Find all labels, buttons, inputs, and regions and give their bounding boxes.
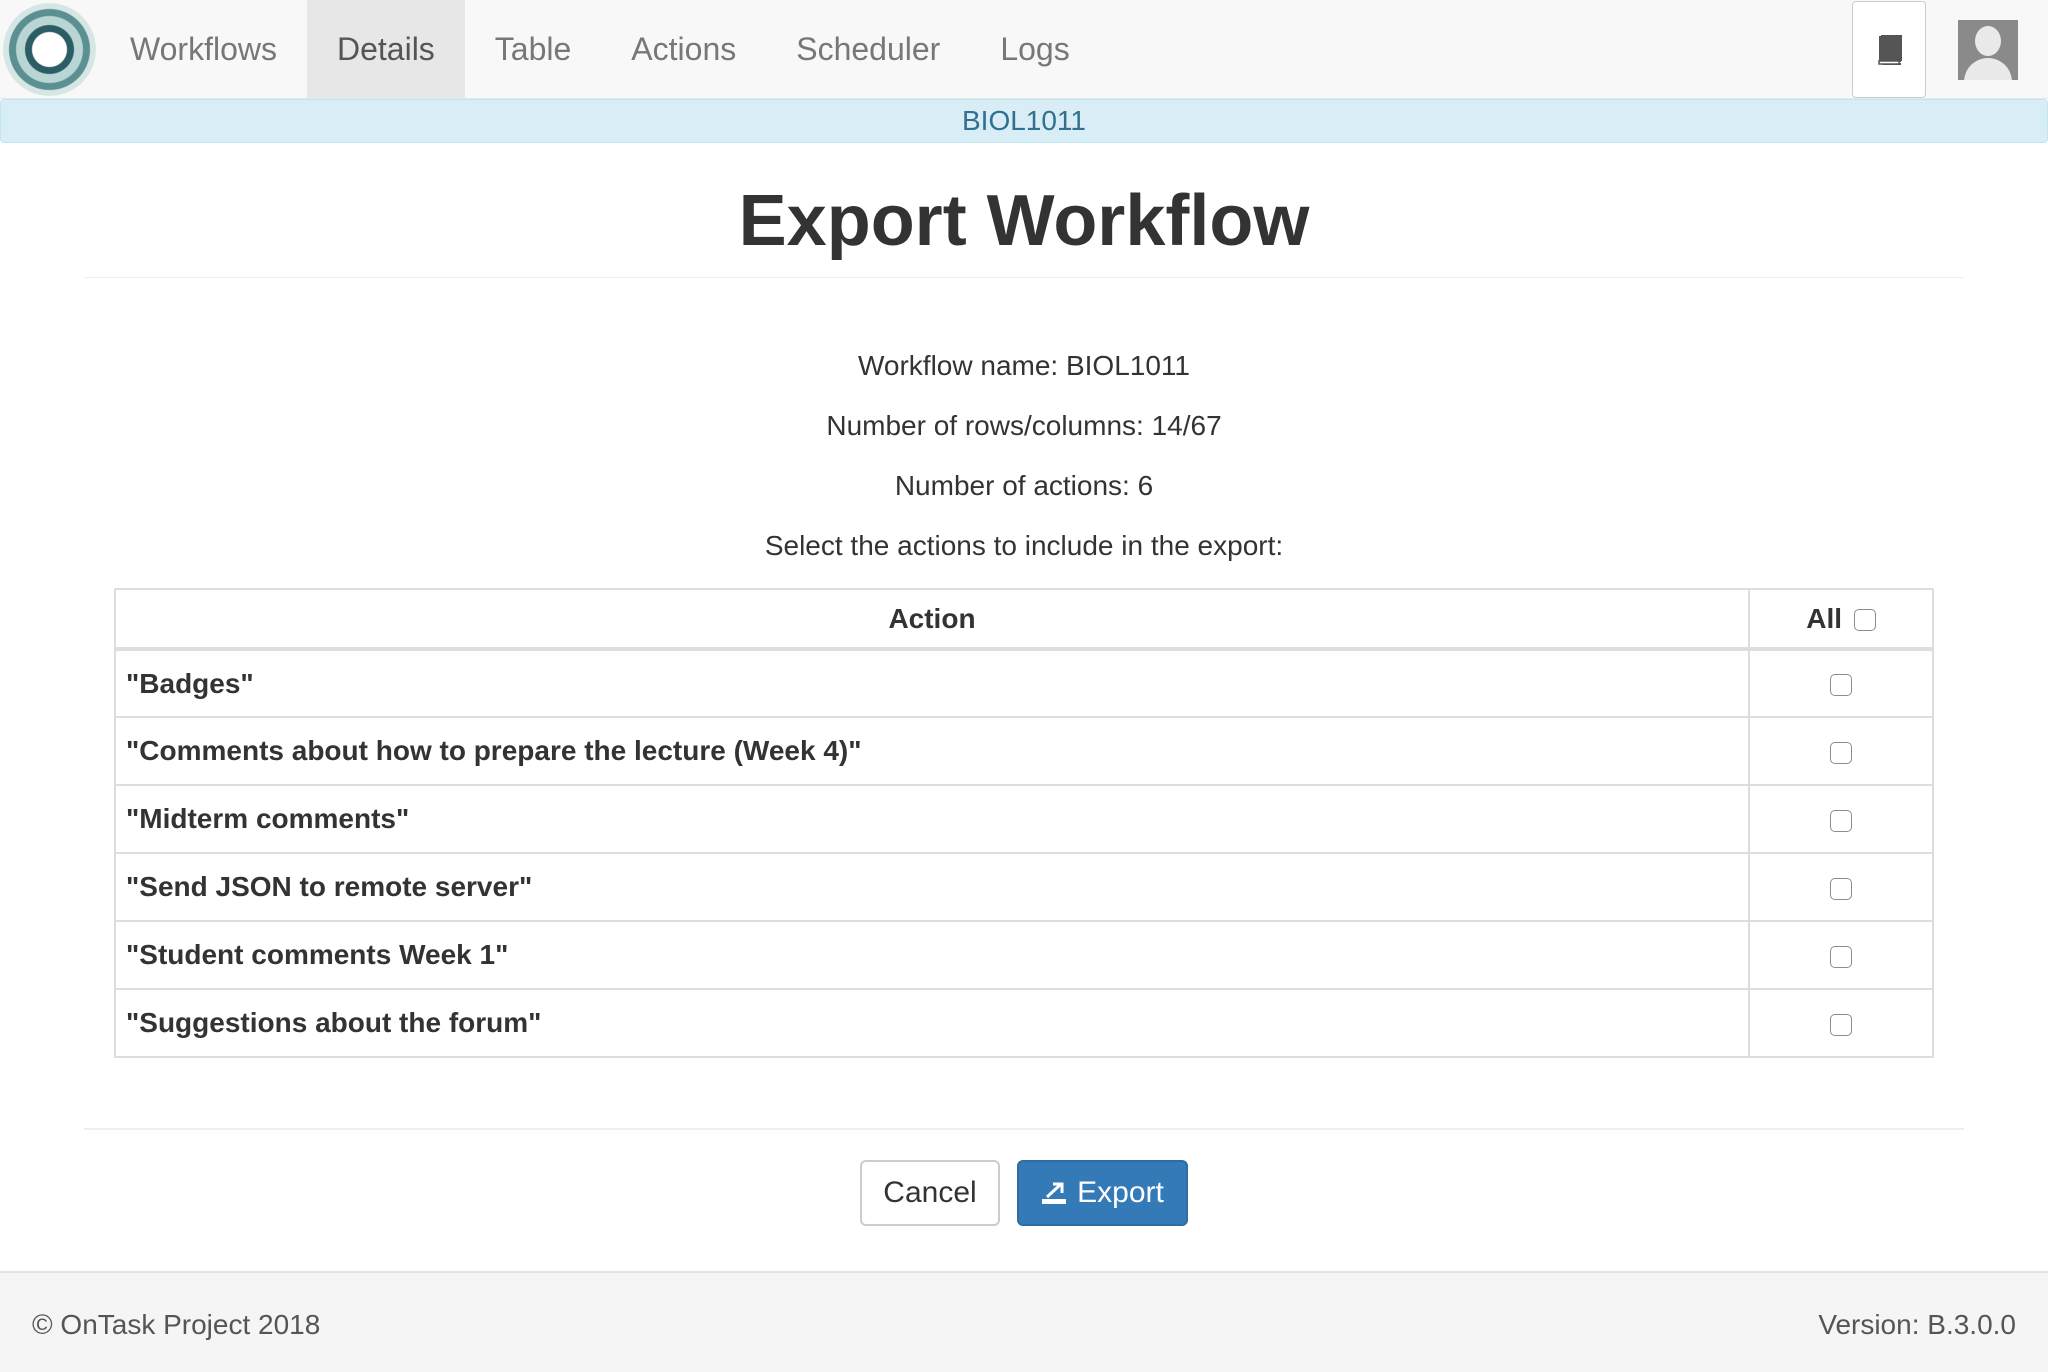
select-all-checkbox[interactable] — [1853, 609, 1876, 632]
table-header-row: Action All — [114, 588, 1934, 650]
select-all-label: All — [1806, 602, 1842, 634]
table-row: "Student comments Week 1" — [114, 920, 1934, 990]
tab-actions[interactable]: Actions — [601, 0, 766, 99]
tab-logs[interactable]: Logs — [970, 0, 1099, 99]
user-avatar-icon[interactable] — [1958, 20, 2018, 80]
action-name: "Suggestions about the forum" — [114, 988, 1750, 1058]
version-text: Version: B.3.0.0 — [1818, 1309, 2016, 1340]
cancel-button-label: Cancel — [883, 1176, 977, 1209]
tab-details[interactable]: Details — [306, 0, 465, 99]
page-title: Export Workflow — [738, 181, 1310, 261]
tab-table[interactable]: Table — [465, 0, 602, 99]
documentation-button[interactable] — [1852, 1, 1926, 98]
checkbox-cell — [1748, 988, 1934, 1058]
workflow-name-text: Workflow name: BIOL1011 — [857, 350, 1190, 381]
column-header-action: Action — [114, 588, 1750, 650]
table-row: "Badges" — [114, 648, 1934, 718]
action-checkbox[interactable] — [1830, 945, 1852, 968]
nav-tabs: Workflows Details Table Actions Schedule… — [100, 0, 1100, 99]
top-navbar: Workflows Details Table Actions Schedule… — [0, 0, 2048, 99]
page-footer: © OnTask Project 2018 Version: B.3.0.0 — [0, 1271, 2048, 1372]
title-divider — [84, 277, 1964, 278]
checkbox-cell — [1748, 648, 1934, 718]
table-row: "Midterm comments" — [114, 784, 1934, 854]
export-button[interactable]: Export — [1017, 1160, 1188, 1226]
table-row: "Send JSON to remote server" — [114, 852, 1934, 922]
tab-workflows[interactable]: Workflows — [100, 0, 307, 99]
select-prompt-text: Select the actions to include in the exp… — [764, 530, 1284, 561]
export-icon — [1041, 1180, 1067, 1206]
num-actions-text: Number of actions: 6 — [894, 470, 1154, 501]
checkbox-cell — [1748, 784, 1934, 854]
cancel-button[interactable]: Cancel — [860, 1160, 1000, 1226]
table-row: "Comments about how to prepare the lectu… — [114, 716, 1934, 786]
rows-columns-text: Number of rows/columns: 14/67 — [826, 410, 1222, 441]
action-name: "Badges" — [114, 648, 1750, 718]
checkbox-cell — [1748, 852, 1934, 922]
book-icon — [1878, 34, 1902, 65]
ontask-logo-icon[interactable] — [3, 3, 96, 96]
action-name: "Student comments Week 1" — [114, 920, 1750, 990]
action-checkbox[interactable] — [1830, 674, 1852, 697]
action-checkbox[interactable] — [1830, 877, 1852, 900]
checkbox-cell — [1748, 716, 1934, 786]
copyright-text: © OnTask Project 2018 — [32, 1309, 321, 1340]
action-name: "Send JSON to remote server" — [114, 852, 1750, 922]
action-checkbox[interactable] — [1830, 1013, 1852, 1036]
actions-table: Action All "Badges" "Comments about how … — [114, 588, 1934, 1058]
workflow-name-banner: BIOL1011 — [0, 99, 2048, 143]
form-divider — [84, 1128, 1964, 1130]
action-name: "Comments about how to prepare the lectu… — [114, 716, 1750, 786]
export-button-label: Export — [1077, 1176, 1164, 1209]
tab-scheduler[interactable]: Scheduler — [766, 0, 970, 99]
action-checkbox[interactable] — [1830, 809, 1852, 832]
checkbox-cell — [1748, 920, 1934, 990]
column-header-all: All — [1748, 588, 1934, 650]
action-name: "Midterm comments" — [114, 784, 1750, 854]
table-row: "Suggestions about the forum" — [114, 988, 1934, 1058]
action-checkbox[interactable] — [1830, 741, 1852, 764]
